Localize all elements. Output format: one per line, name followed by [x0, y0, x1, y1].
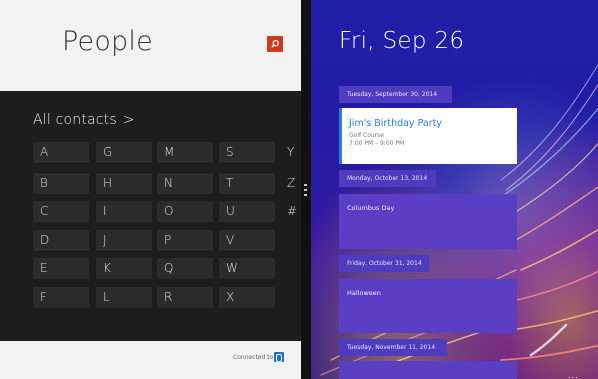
letter-tile-v[interactable]: V [219, 230, 275, 251]
letter-tile-j[interactable]: J [96, 230, 152, 251]
letter-tile-i[interactable]: I [96, 201, 152, 222]
search-icon [271, 39, 280, 48]
letter-tile-y[interactable]: Y [287, 142, 301, 163]
letter-tile-p[interactable]: P [157, 230, 213, 251]
letter-tile-d[interactable]: D [33, 230, 89, 251]
people-title: People [62, 26, 153, 57]
event-card-halloween[interactable]: Halloween [339, 279, 517, 333]
letter-tile-e[interactable]: E [33, 258, 89, 279]
letter-tile-a[interactable]: A [33, 142, 89, 163]
people-footer: Connected to [0, 341, 301, 379]
letter-tile-q[interactable]: Q [157, 258, 213, 279]
letter-tile-k[interactable]: K [96, 258, 152, 279]
day-header-oct-31: Friday, October 31, 2014 [339, 255, 429, 272]
event-card-nov-11[interactable] [339, 361, 517, 379]
letter-tile-w[interactable]: W [219, 258, 275, 279]
letter-tile-u[interactable]: U [219, 201, 275, 222]
event-location: Golf Course [349, 132, 384, 139]
day-header-oct-13: Monday, October 13, 2014 [339, 170, 436, 187]
people-header: People [0, 0, 301, 91]
all-contacts-label: All contacts [33, 112, 117, 128]
letter-tile-c[interactable]: C [33, 201, 89, 222]
connected-label: Connected to [233, 354, 274, 361]
calendar-app: Fri, Sep 26 Tuesday, September 30, 2014 … [311, 0, 598, 379]
letter-tile-f[interactable]: F [33, 287, 89, 308]
letter-tile-s[interactable]: S [219, 142, 275, 163]
letter-tile-l[interactable]: L [96, 287, 152, 308]
app-splitter[interactable] [301, 0, 311, 379]
more-options-button[interactable]: ... [568, 372, 579, 379]
event-title: Columbus Day [347, 204, 395, 212]
letter-tile-h[interactable]: H [96, 173, 152, 194]
splitter-grip-icon[interactable] [304, 184, 308, 196]
letter-tile-b[interactable]: B [33, 173, 89, 194]
event-card-jims-birthday[interactable]: Jim's Birthday Party Golf Course 7:00 PM… [339, 108, 517, 164]
letter-tile-t[interactable]: T [219, 173, 275, 194]
day-header-nov-11: Tuesday, November 11, 2014 [339, 339, 447, 356]
event-card-columbus-day[interactable]: Columbus Day [339, 194, 517, 249]
day-header-sep-30: Tuesday, September 30, 2014 [339, 86, 452, 103]
letter-tile-o[interactable]: O [157, 201, 213, 222]
people-app: People All contacts > A B C D E F G H I J… [0, 0, 301, 379]
chevron-right-icon: > [122, 112, 135, 128]
letter-tile-m[interactable]: M [157, 142, 213, 163]
letter-tile-g[interactable]: G [96, 142, 152, 163]
letter-tile-z[interactable]: Z [287, 173, 301, 194]
all-contacts-link[interactable]: All contacts > [33, 112, 135, 128]
letter-tile-r[interactable]: R [157, 287, 213, 308]
event-time: 7:00 PM – 9:00 PM [349, 140, 405, 147]
letter-tile-hash[interactable]: # [287, 201, 301, 222]
event-title: Halloween [347, 289, 381, 297]
calendar-date-title: Fri, Sep 26 [339, 28, 465, 54]
letter-tile-n[interactable]: N [157, 173, 213, 194]
event-title: Jim's Birthday Party [349, 118, 442, 129]
outlook-icon [274, 352, 284, 362]
search-button[interactable] [267, 36, 283, 52]
letter-tile-x[interactable]: X [219, 287, 275, 308]
